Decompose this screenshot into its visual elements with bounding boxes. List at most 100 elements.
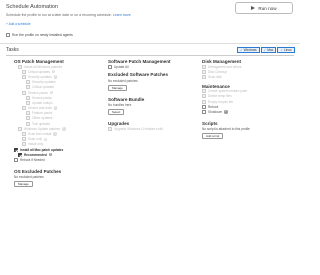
os-patch-option-label: Update rollups bbox=[32, 100, 53, 105]
checkbox[interactable] bbox=[202, 109, 206, 114]
info-icon[interactable]: i bbox=[53, 132, 57, 136]
schedule-description-text: Schedule the profile to run at a later d… bbox=[6, 13, 112, 17]
disk-option-label: Defragment hard drives bbox=[208, 64, 242, 69]
os-patch-option-label: Security updates bbox=[28, 74, 52, 79]
info-icon[interactable]: i bbox=[62, 127, 66, 131]
check-icon: ✓ bbox=[263, 48, 267, 52]
os-patch-option-label: Security updates bbox=[32, 80, 56, 85]
os-patch-option-label: Recommended bbox=[24, 152, 47, 157]
checkbox bbox=[18, 64, 22, 69]
disk-option-label: Disk Cleanup bbox=[208, 69, 227, 74]
checkbox bbox=[22, 132, 26, 137]
checkbox bbox=[18, 126, 22, 131]
excluded-software-note: No excluded patches bbox=[108, 78, 138, 83]
section-divider bbox=[0, 43, 300, 44]
checkbox bbox=[22, 69, 26, 74]
os-patch-list: Install all Windows patches Critical upda… bbox=[14, 64, 104, 163]
info-icon[interactable]: i bbox=[53, 75, 58, 79]
checkbox bbox=[26, 80, 30, 85]
run-on-new-agents-label: Run the profile on newly installed agent… bbox=[12, 33, 73, 37]
os-filter-label: Windows bbox=[243, 48, 257, 52]
software-bundle-select-button[interactable]: Select bbox=[108, 109, 125, 116]
run-now-button[interactable]: Run now bbox=[235, 2, 293, 14]
add-script-button[interactable]: Add script bbox=[202, 133, 224, 139]
checkbox[interactable] bbox=[202, 104, 206, 109]
os-patch-option-label: Office updates bbox=[32, 116, 53, 121]
os-excluded-manage-button[interactable]: Manage bbox=[14, 181, 33, 188]
checkbox bbox=[202, 74, 206, 79]
check-icon: ✓ bbox=[240, 48, 243, 52]
maintenance-option-label: Delete temp files bbox=[208, 94, 232, 99]
checkbox[interactable] bbox=[14, 147, 18, 152]
learn-more-link[interactable]: Learn more bbox=[113, 13, 131, 17]
software-bundle-title: Software Bundle bbox=[108, 96, 145, 102]
checkbox bbox=[26, 95, 30, 100]
checkbox bbox=[26, 85, 30, 90]
info-icon[interactable]: i bbox=[44, 137, 48, 141]
run-on-new-agents-option[interactable]: Run the profile on newly installed agent… bbox=[6, 33, 73, 37]
upgrades-list: Upgrade Windows 10 feature build bbox=[108, 126, 203, 131]
checkbox bbox=[26, 121, 30, 126]
os-excluded-note: No excluded patches bbox=[14, 175, 44, 180]
disk-management-list: Defragment hard drives Disk Cleanup Scan d… bbox=[202, 64, 297, 80]
info-icon[interactable]: i bbox=[224, 110, 228, 114]
checkbox[interactable] bbox=[18, 152, 22, 157]
excluded-software-manage-button[interactable]: Manage bbox=[108, 84, 127, 91]
checkbox bbox=[202, 94, 206, 99]
play-icon bbox=[251, 6, 256, 10]
os-patch-option-label: Scan only bbox=[28, 137, 42, 142]
info-icon[interactable]: i bbox=[51, 70, 56, 74]
info-icon[interactable]: i bbox=[49, 90, 54, 95]
os-patch-option-label: Install all Windows patches bbox=[24, 64, 63, 69]
upgrade-option-label: Upgrade Windows 10 feature build bbox=[114, 126, 163, 131]
checkbox[interactable] bbox=[14, 157, 18, 162]
scripts-note: No script is attached to this profile bbox=[202, 127, 250, 131]
software-column: Software Patch Management Update All Exc… bbox=[108, 58, 203, 131]
software-bundle-note: No bundles here bbox=[108, 103, 132, 108]
checkbox bbox=[202, 99, 206, 104]
checkbox[interactable] bbox=[6, 33, 10, 37]
checkbox bbox=[202, 64, 206, 69]
os-patch-option-label: Service packs bbox=[32, 95, 52, 100]
os-filter-label: Linux bbox=[283, 48, 292, 52]
checkbox bbox=[22, 137, 26, 142]
checkbox bbox=[108, 126, 112, 131]
maintenance-option-label: Empty recycle bin bbox=[208, 99, 234, 104]
info-icon[interactable]: i bbox=[53, 106, 58, 110]
os-filter-linux[interactable]: ✓ Linux bbox=[277, 47, 295, 53]
checkbox[interactable] bbox=[108, 64, 112, 69]
os-patch-option-label: Install all Mac patch updates bbox=[20, 147, 64, 152]
os-filter-windows[interactable]: ✓ Windows bbox=[237, 47, 260, 53]
software-patch-option-label: Update All bbox=[114, 64, 129, 69]
schedule-automation-panel: Schedule Automation Schedule the profile… bbox=[0, 0, 300, 47]
add-schedule-link[interactable]: + Add a schedule bbox=[6, 22, 31, 26]
maintenance-option-label: Reboot bbox=[208, 104, 219, 109]
info-icon[interactable]: i bbox=[48, 153, 53, 157]
os-filter-mac[interactable]: ✓ Mac bbox=[260, 47, 277, 53]
os-patch-option-label: Critical updates bbox=[28, 69, 50, 74]
os-patch-option-label: Scan then install bbox=[28, 132, 52, 137]
maintenance-column: Disk Management Defragment hard drives Di… bbox=[202, 58, 297, 139]
os-patch-option-label: Tool updates bbox=[32, 121, 51, 126]
schedule-title: Schedule Automation bbox=[6, 4, 58, 10]
run-now-label: Run now bbox=[258, 5, 277, 11]
os-patch-option-label: Reboot if Needed bbox=[20, 157, 45, 162]
excluded-software-title: Excluded Software Patches bbox=[108, 72, 168, 78]
schedule-description: Schedule the profile to run at a later d… bbox=[6, 13, 131, 17]
os-patch-option-label: Critical updates bbox=[32, 85, 54, 90]
checkbox bbox=[202, 89, 206, 94]
maintenance-option-label: Shutdown bbox=[208, 109, 223, 114]
checkbox bbox=[22, 90, 26, 95]
tasks-title: Tasks bbox=[6, 47, 19, 53]
os-filter-label: Mac bbox=[267, 48, 274, 52]
os-patch-column: OS Patch Management Install all Windows … bbox=[14, 58, 104, 188]
check-icon: ✓ bbox=[280, 48, 283, 52]
os-patch-option-label: Drivers and tools bbox=[28, 106, 52, 111]
checkbox bbox=[26, 116, 30, 121]
checkbox bbox=[26, 100, 30, 105]
os-excluded-title: OS Excluded Patches bbox=[14, 168, 62, 174]
os-filter-toggle: ✓ Windows ✓ Mac ✓ Linux bbox=[237, 47, 295, 53]
checkbox bbox=[26, 111, 30, 116]
upgrade-option: Upgrade Windows 10 feature build bbox=[108, 126, 203, 131]
os-patch-option-label: Service packs bbox=[28, 90, 48, 95]
